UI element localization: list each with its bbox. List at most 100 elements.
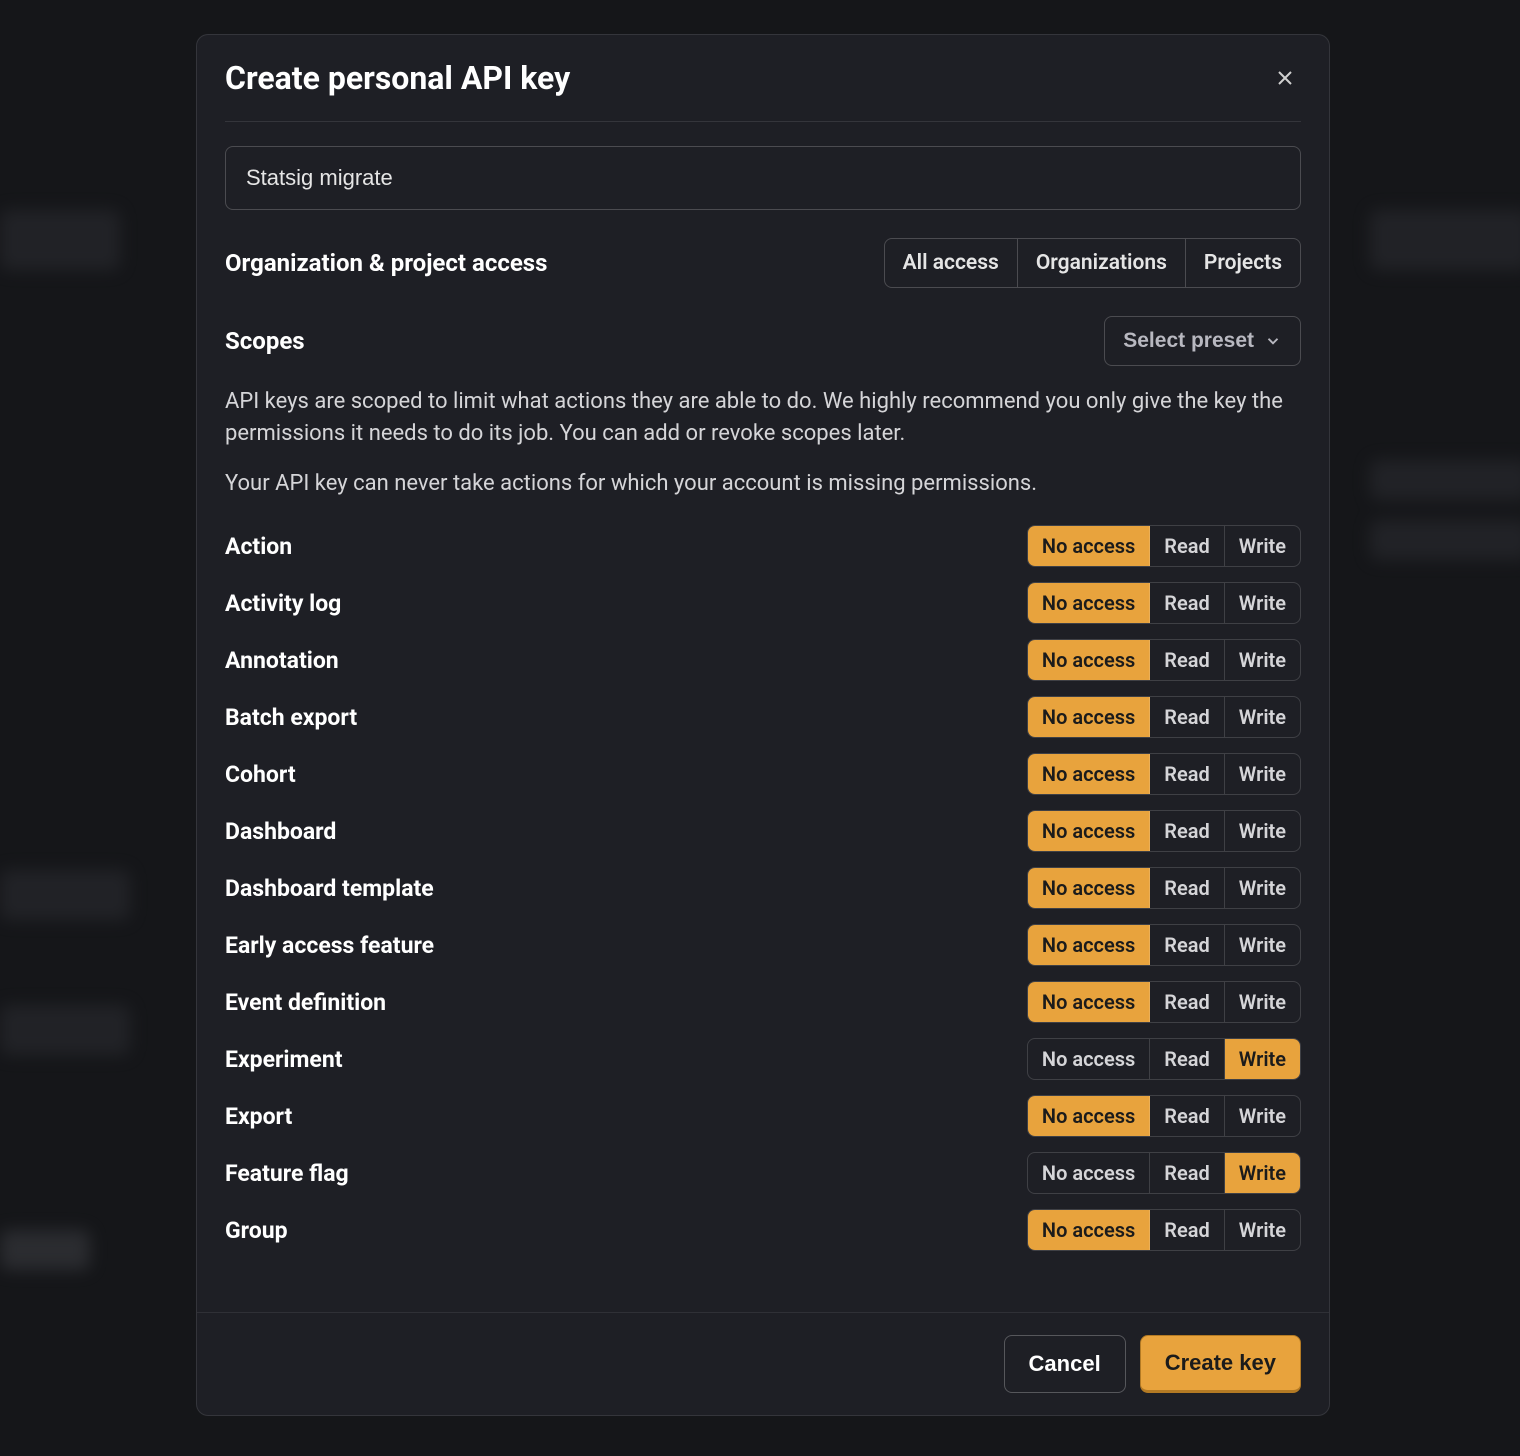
scope-option-no-access[interactable]: No access [1028, 1039, 1150, 1079]
scopes-description: API keys are scoped to limit what action… [225, 386, 1301, 500]
scope-option-write[interactable]: Write [1225, 697, 1300, 737]
scope-access-segmented: No accessReadWrite [1027, 525, 1301, 567]
scope-access-segmented: No accessReadWrite [1027, 1209, 1301, 1251]
cancel-button[interactable]: Cancel [1004, 1335, 1126, 1393]
scope-row: Feature flag No accessReadWrite [225, 1145, 1301, 1202]
scope-access-segmented: No accessReadWrite [1027, 924, 1301, 966]
scope-row: Batch export No accessReadWrite [225, 689, 1301, 746]
modal-footer: Cancel Create key [197, 1312, 1329, 1415]
scope-name: Activity log [225, 590, 341, 617]
scopes-label: Scopes [225, 327, 305, 355]
scope-option-read[interactable]: Read [1150, 925, 1224, 965]
scope-access-segmented: No accessReadWrite [1027, 867, 1301, 909]
scope-option-no-access[interactable]: No access [1028, 868, 1150, 908]
modal-body: Organization & project access All access… [197, 122, 1329, 1312]
scope-option-read[interactable]: Read [1150, 640, 1224, 680]
scope-name: Group [225, 1217, 288, 1244]
scope-name: Dashboard [225, 818, 336, 845]
scope-access-segmented: No accessReadWrite [1027, 1152, 1301, 1194]
chevron-down-icon [1264, 332, 1282, 350]
scope-option-no-access[interactable]: No access [1028, 583, 1150, 623]
scope-access-segmented: No accessReadWrite [1027, 582, 1301, 624]
scope-option-write[interactable]: Write [1225, 1096, 1300, 1136]
scope-option-read[interactable]: Read [1150, 754, 1224, 794]
scope-option-no-access[interactable]: No access [1028, 526, 1150, 566]
scope-option-write[interactable]: Write [1225, 1039, 1300, 1079]
scope-name: Export [225, 1103, 292, 1130]
scope-name: Batch export [225, 704, 357, 731]
scope-access-segmented: No accessReadWrite [1027, 753, 1301, 795]
scope-option-read[interactable]: Read [1150, 982, 1224, 1022]
close-icon [1273, 66, 1297, 90]
scope-row: Cohort No accessReadWrite [225, 746, 1301, 803]
scope-option-no-access[interactable]: No access [1028, 811, 1150, 851]
modal-title: Create personal API key [225, 59, 570, 97]
scope-option-write[interactable]: Write [1225, 1210, 1300, 1250]
scope-name: Early access feature [225, 932, 434, 959]
scope-option-no-access[interactable]: No access [1028, 640, 1150, 680]
scope-option-read[interactable]: Read [1150, 811, 1224, 851]
scope-option-no-access[interactable]: No access [1028, 1096, 1150, 1136]
scope-row: Action No accessReadWrite [225, 518, 1301, 575]
create-api-key-modal: Create personal API key Organization & p… [196, 34, 1330, 1416]
scope-option-read[interactable]: Read [1150, 526, 1224, 566]
scope-option-no-access[interactable]: No access [1028, 1210, 1150, 1250]
scope-option-write[interactable]: Write [1225, 583, 1300, 623]
scopes-desc-line-2: Your API key can never take actions for … [225, 468, 1301, 500]
scope-option-read[interactable]: Read [1150, 1096, 1224, 1136]
modal-header: Create personal API key [197, 35, 1329, 97]
close-button[interactable] [1269, 62, 1301, 94]
scope-option-read[interactable]: Read [1150, 868, 1224, 908]
scopes-desc-line-1: API keys are scoped to limit what action… [225, 386, 1301, 450]
scope-name: Action [225, 533, 292, 560]
scope-option-read[interactable]: Read [1150, 583, 1224, 623]
scope-access-segmented: No accessReadWrite [1027, 1095, 1301, 1137]
scope-row: Dashboard No accessReadWrite [225, 803, 1301, 860]
scope-access-segmented: No accessReadWrite [1027, 696, 1301, 738]
scope-option-read[interactable]: Read [1150, 1039, 1224, 1079]
scope-access-segmented: No accessReadWrite [1027, 810, 1301, 852]
scope-row: Event definition No accessReadWrite [225, 974, 1301, 1031]
scope-option-write[interactable]: Write [1225, 526, 1300, 566]
scope-name: Feature flag [225, 1160, 349, 1187]
scope-option-write[interactable]: Write [1225, 868, 1300, 908]
create-key-button[interactable]: Create key [1140, 1335, 1301, 1393]
scope-option-no-access[interactable]: No access [1028, 1153, 1150, 1193]
select-preset-label: Select preset [1123, 329, 1254, 353]
scope-list: ActionNo accessReadWriteActivity logNo a… [225, 518, 1301, 1259]
scope-name: Dashboard template [225, 875, 434, 902]
scope-option-no-access[interactable]: No access [1028, 697, 1150, 737]
scope-name: Event definition [225, 989, 386, 1016]
scope-row: Experiment No accessReadWrite [225, 1031, 1301, 1088]
scope-option-write[interactable]: Write [1225, 811, 1300, 851]
scope-option-read[interactable]: Read [1150, 697, 1224, 737]
scope-row: Dashboard template No accessReadWrite [225, 860, 1301, 917]
org-access-segmented: All access Organizations Projects [884, 238, 1301, 288]
select-preset-button[interactable]: Select preset [1104, 316, 1301, 366]
scope-name: Experiment [225, 1046, 343, 1073]
api-key-name-input[interactable] [225, 146, 1301, 210]
tab-all-access[interactable]: All access [885, 239, 1018, 287]
scope-row: Annotation No accessReadWrite [225, 632, 1301, 689]
scope-option-no-access[interactable]: No access [1028, 982, 1150, 1022]
scope-option-write[interactable]: Write [1225, 982, 1300, 1022]
scope-option-write[interactable]: Write [1225, 925, 1300, 965]
tab-organizations[interactable]: Organizations [1018, 239, 1186, 287]
scope-option-no-access[interactable]: No access [1028, 754, 1150, 794]
scope-row: Early access feature No accessReadWrite [225, 917, 1301, 974]
scope-option-write[interactable]: Write [1225, 754, 1300, 794]
scope-name: Annotation [225, 647, 339, 674]
scope-access-segmented: No accessReadWrite [1027, 639, 1301, 681]
scope-row: Export No accessReadWrite [225, 1088, 1301, 1145]
tab-projects[interactable]: Projects [1186, 239, 1300, 287]
scope-option-no-access[interactable]: No access [1028, 925, 1150, 965]
scope-option-read[interactable]: Read [1150, 1153, 1224, 1193]
scope-access-segmented: No accessReadWrite [1027, 981, 1301, 1023]
scope-option-write[interactable]: Write [1225, 640, 1300, 680]
org-access-label: Organization & project access [225, 249, 547, 277]
scope-row: Group No accessReadWrite [225, 1202, 1301, 1259]
scope-option-read[interactable]: Read [1150, 1210, 1224, 1250]
scope-option-write[interactable]: Write [1225, 1153, 1300, 1193]
scope-row: Activity log No accessReadWrite [225, 575, 1301, 632]
scope-name: Cohort [225, 761, 296, 788]
